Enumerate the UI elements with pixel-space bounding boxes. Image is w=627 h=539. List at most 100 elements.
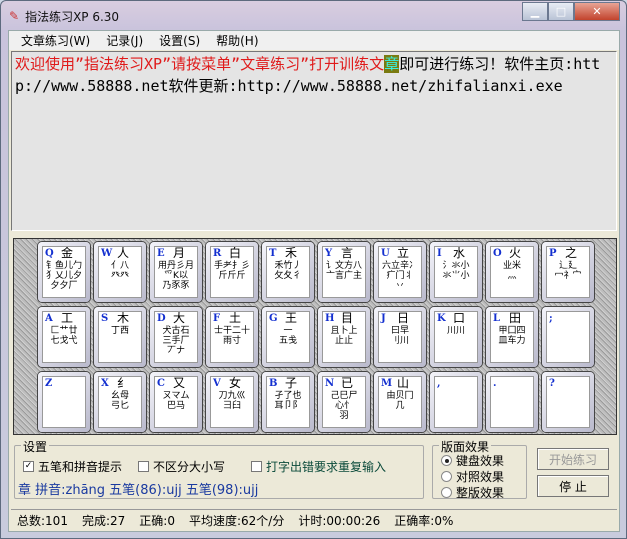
key-letter: I: [437, 248, 442, 259]
key-letter: F: [213, 313, 221, 324]
key-face: L 田甲囗四 皿车力: [490, 311, 534, 363]
maximize-button[interactable]: □: [548, 2, 574, 21]
key-N[interactable]: N 已己巳尸 心忄 羽: [318, 372, 370, 432]
key-L[interactable]: L 田甲囗四 皿车力: [486, 307, 538, 367]
key-?[interactable]: ?: [542, 372, 594, 432]
key-letter: ?: [549, 378, 555, 389]
menu-settings[interactable]: 设置(S): [151, 32, 208, 49]
key-root: 之: [565, 246, 578, 260]
case-insensitive-checkbox[interactable]: [138, 461, 150, 472]
key-root: 人: [117, 246, 130, 260]
start-practice-button[interactable]: 开始练习: [537, 448, 609, 470]
key-letter: Y: [325, 248, 333, 259]
key-,[interactable]: ,: [430, 372, 482, 432]
key-.[interactable]: .: [486, 372, 538, 432]
key-M[interactable]: M 山由贝冂 几: [374, 372, 426, 432]
key-root: 禾: [285, 246, 298, 260]
key-V[interactable]: V 女刀九巛 彐臼: [206, 372, 258, 432]
key-Q[interactable]: Q 金钅鱼儿勹 犭乂儿夕 夕夕厂: [38, 242, 90, 302]
key-W[interactable]: W 人亻八 癶癶: [94, 242, 146, 302]
key-D[interactable]: D 大犬古石 三手厂 丆ナ: [150, 307, 202, 367]
key-letter: .: [493, 378, 497, 389]
key-B[interactable]: B 子孑了也 耳卩阝: [262, 372, 314, 432]
key-root: 王: [285, 311, 298, 325]
key-letter: A: [45, 313, 53, 324]
key-root: 火: [509, 246, 522, 260]
radio-compare-effect[interactable]: [441, 471, 452, 482]
wubi-pinyin-checkbox[interactable]: ✓: [23, 461, 34, 472]
minimize-button[interactable]: ▁: [522, 2, 548, 21]
menu-records[interactable]: 记录(J): [98, 32, 151, 49]
key-radicals: 禾竹丿 攵夂彳: [274, 261, 302, 281]
key-O[interactable]: O 火业米 灬: [486, 242, 538, 302]
key-root: 立: [397, 246, 410, 260]
close-button[interactable]: ✕: [574, 2, 620, 21]
key-letter: E: [157, 248, 165, 259]
settings-group: 设置 ✓ 五笔和拼音提示 不区分大小写 打字出错要求重复输入 章 拼音:zhāng…: [14, 438, 424, 499]
key-;[interactable]: ;: [542, 307, 594, 367]
key-C[interactable]: C 又ㄡマム 巴马: [150, 372, 202, 432]
key-root: 纟: [117, 376, 130, 390]
key-F[interactable]: F 土士干二十 雨寸: [206, 307, 258, 367]
key-T[interactable]: T 禾禾竹丿 攵夂彳: [262, 242, 314, 302]
key-U[interactable]: U 立六立辛冫 疒门丬 丷: [374, 242, 426, 302]
settings-group-label: 设置: [21, 438, 50, 455]
key-letter: S: [101, 313, 109, 324]
key-face: U 立六立辛冫 疒门丬 丷: [378, 246, 422, 298]
key-face: S 木丁西: [98, 311, 142, 363]
key-Z[interactable]: Z: [38, 372, 90, 432]
key-K[interactable]: K 口川川: [430, 307, 482, 367]
key-face: E 月用丹彡月 爫K以 乃豕豕: [154, 246, 198, 298]
key-R[interactable]: R 白手耂扌彡 斤斤斤: [206, 242, 258, 302]
key-radicals: 川川: [446, 326, 465, 336]
key-face: .: [490, 376, 534, 428]
key-A[interactable]: A 工匚艹廿 七戈弋: [38, 307, 90, 367]
key-radicals: 钅鱼儿勹 犭乂儿夕 夕夕厂: [45, 261, 82, 291]
char-hint: 章 拼音:zhāng 五笔(86):ujj 五笔(98):ujj: [18, 483, 259, 498]
key-S[interactable]: S 木丁西: [94, 307, 146, 367]
app-icon: ✎: [9, 9, 20, 23]
menu-help[interactable]: 帮助(H): [208, 32, 266, 49]
key-face: W 人亻八 癶癶: [98, 246, 142, 298]
key-X[interactable]: X 纟幺母 弓匕: [94, 372, 146, 432]
key-G[interactable]: G王一 五戋: [262, 307, 314, 367]
key-I[interactable]: I 水氵氺小 氺⺌小: [430, 242, 482, 302]
key-radicals: 用丹彡月 爫K以 乃豕豕: [157, 261, 194, 291]
radio-full-label: 整版效果: [456, 486, 505, 500]
key-root: 月: [173, 246, 186, 260]
key-root: 白: [229, 246, 242, 260]
key-face: J 日曰早 刂川: [378, 311, 422, 363]
key-radicals: 业米 灬: [502, 261, 521, 281]
key-P[interactable]: P 之辶廴 冖礻宀: [542, 242, 594, 302]
key-radicals: 匚艹廿 七戈弋: [50, 326, 78, 346]
key-E[interactable]: E 月用丹彡月 爫K以 乃豕豕: [150, 242, 202, 302]
keyboard-panel: Q 金钅鱼儿勹 犭乂儿夕 夕夕厂 W 人亻八 癶癶 E 月用丹彡月 爫K以 乃豕豕 R 白手耂…: [13, 238, 617, 435]
key-letter: ;: [549, 313, 553, 324]
key-Y[interactable]: Y 言讠文方八 亠言广主: [318, 242, 370, 302]
repeat-on-error-checkbox[interactable]: [251, 461, 263, 472]
key-H[interactable]: H 目且卜上 止止: [318, 307, 370, 367]
menu-article[interactable]: 文章练习(W): [13, 32, 98, 49]
key-root: 田: [509, 311, 522, 325]
key-root: 日: [397, 311, 410, 325]
key-letter: O: [493, 248, 502, 259]
key-radicals: 士干二十 雨寸: [213, 326, 250, 346]
radio-keyboard-effect[interactable]: [441, 455, 452, 466]
key-face: ;: [546, 311, 590, 363]
key-face: F 土士干二十 雨寸: [210, 311, 254, 363]
radio-keyboard-label: 键盘效果: [456, 454, 505, 468]
key-J[interactable]: J 日曰早 刂川: [374, 307, 426, 367]
app-window: ✎ 指法练习XP 6.30 ▁ □ ✕ 文章练习(W) 记录(J) 设置(S) …: [0, 0, 627, 539]
practice-text-area[interactable]: 欢迎使用”指法练习XP”请按菜单”文章练习”打开训练文章即可进行练习！软件主页:…: [11, 51, 617, 231]
radio-full-effect[interactable]: [441, 487, 452, 498]
key-face: X 纟幺母 弓匕: [98, 376, 142, 428]
key-radicals: 孑了也 耳卩阝: [274, 391, 302, 411]
stop-button[interactable]: 停 止: [537, 475, 609, 497]
key-face: ?: [546, 376, 590, 428]
key-root: 金: [61, 246, 74, 260]
key-letter: C: [157, 378, 165, 389]
status-speed: 平均速度:62个/分: [188, 514, 285, 528]
key-root: 工: [61, 311, 74, 325]
key-root: 女: [229, 376, 242, 390]
key-radicals: 且卜上 止止: [330, 326, 358, 346]
